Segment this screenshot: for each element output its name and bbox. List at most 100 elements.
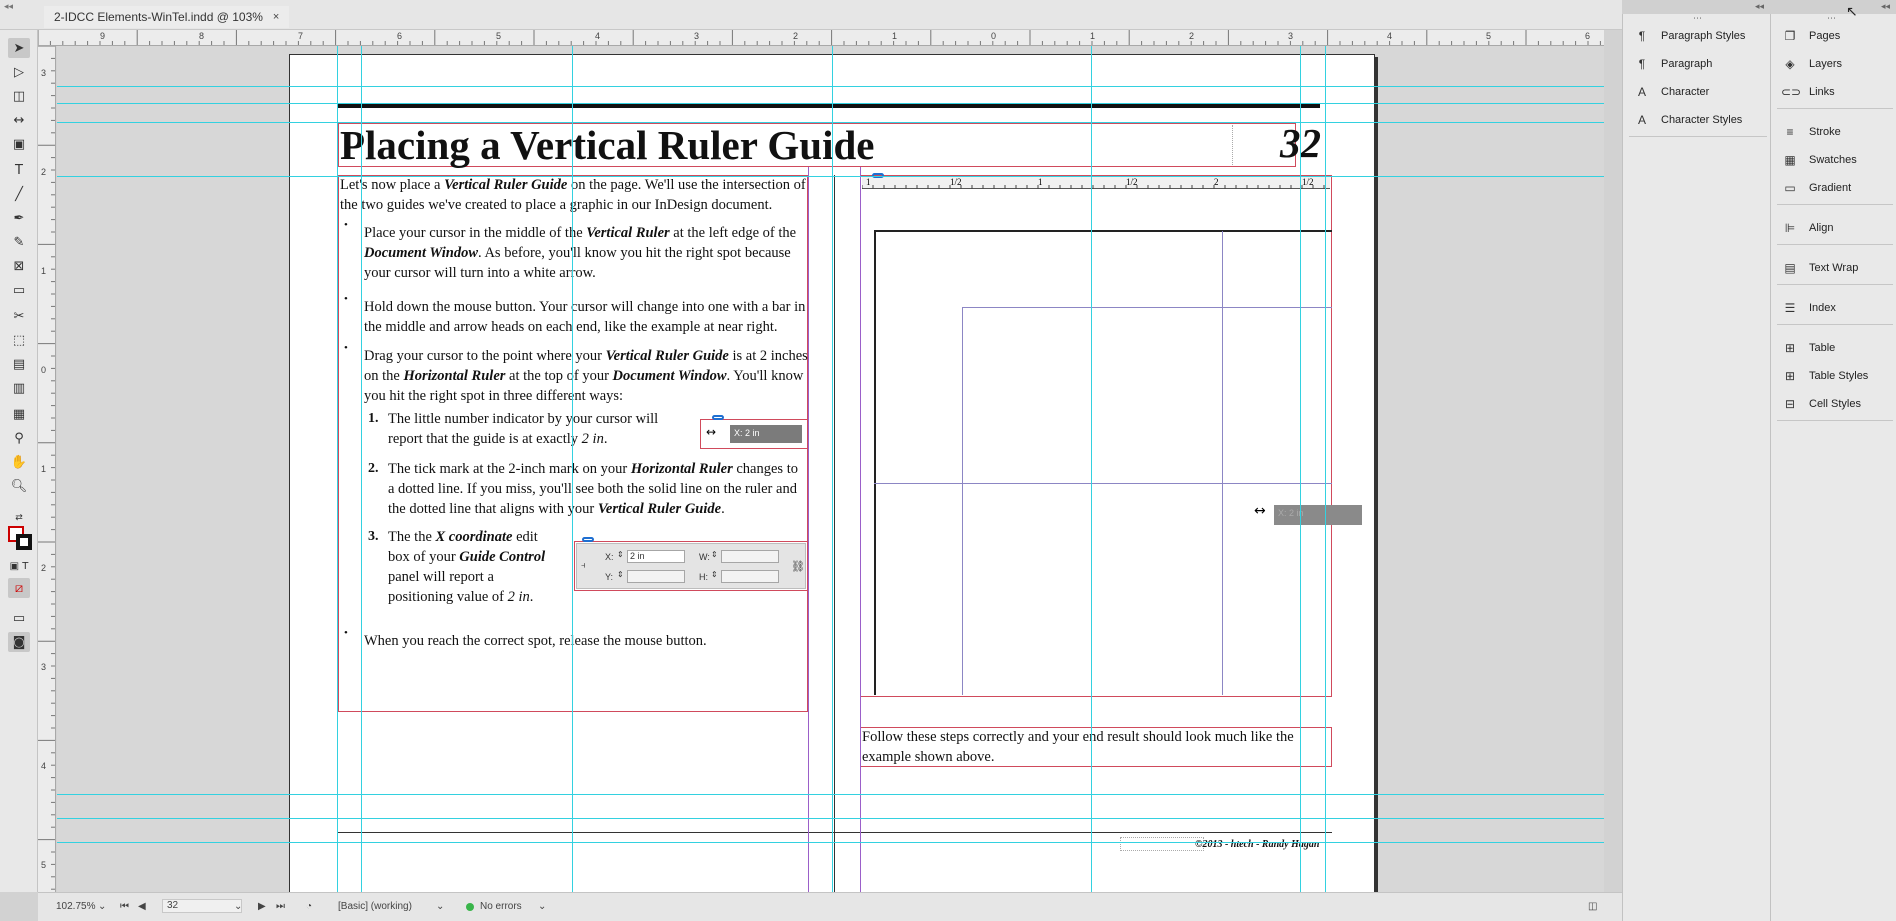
panel-label: Table	[1809, 342, 1836, 354]
ill-ruler-number: 1	[1038, 177, 1043, 187]
vertical-guide[interactable]	[361, 46, 362, 892]
panel-table-styles[interactable]: ⊞ Table Styles	[1781, 366, 1868, 386]
gap-tool-icon[interactable]: ↔	[8, 110, 30, 130]
panel-links[interactable]: ⊂⊃ Links	[1781, 82, 1835, 102]
panel-character[interactable]: A Character	[1633, 82, 1709, 102]
gradient-feather-icon[interactable]: ▥	[8, 378, 30, 398]
vertical-ruler[interactable]: 3 2 1 0 1 2 3 4 5	[38, 46, 56, 892]
style-status[interactable]: [Basic] (working)	[338, 901, 412, 912]
numbered-item-2: The tick mark at the 2-inch mark on your…	[388, 459, 808, 519]
panel-stroke[interactable]: ≡ Stroke	[1781, 122, 1840, 142]
hand-tool-icon[interactable]: ✋	[8, 452, 30, 472]
horizontal-ruler[interactable]: 9 8 7 6 5 4 3 2 1 0 1 2 3 4 5 6	[38, 30, 1604, 46]
scissors-icon[interactable]: ✂	[8, 306, 30, 326]
vertical-guide[interactable]	[1325, 46, 1326, 892]
swap-fill-stroke-icon[interactable]: ⇄	[8, 508, 30, 528]
first-page-icon[interactable]: ⏮	[120, 901, 129, 912]
zoom-tool-icon[interactable]: 🔍︎	[8, 476, 30, 496]
zoom-dropdown-icon[interactable]: ⌄	[98, 901, 106, 912]
horizontal-guide[interactable]	[57, 818, 1604, 819]
panel-swatches[interactable]: ▦ Swatches	[1781, 150, 1856, 170]
panel-index[interactable]: ☰ Index	[1781, 298, 1836, 318]
preflight-dropdown-icon[interactable]: ⌄	[538, 901, 546, 912]
apply-none-icon[interactable]: ⧄	[8, 578, 30, 598]
panel-cell-styles[interactable]: ⊟ Cell Styles	[1781, 394, 1861, 414]
stroke-swatch[interactable]	[16, 534, 32, 550]
direct-selection-icon[interactable]: ▷	[8, 62, 30, 82]
line-tool-icon[interactable]: ╱	[8, 184, 30, 204]
pasteboard[interactable]: Placing a Vertical Ruler Guide 32 Let's …	[57, 46, 1604, 892]
vertical-guide[interactable]	[337, 46, 338, 892]
vertical-guide[interactable]	[572, 46, 573, 892]
eyedropper-icon[interactable]: ⚲	[8, 428, 30, 448]
rectangle-frame-icon[interactable]: ⊠	[8, 256, 30, 276]
zoom-level[interactable]: 102.75%	[56, 901, 95, 912]
free-transform-icon[interactable]: ⬚	[8, 330, 30, 350]
constrain-proportions-icon[interactable]: ⛓	[791, 560, 805, 573]
selection-icon[interactable]: ➤	[8, 38, 30, 58]
horizontal-guide[interactable]	[57, 122, 1604, 123]
document-tab[interactable]: 2-IDCC Elements-WinTel.indd @ 103% ×	[44, 6, 290, 28]
x-coordinate-field[interactable]: 2 in	[627, 550, 685, 563]
numbered-text: The tick mark at the 2-inch mark on your	[388, 461, 631, 477]
collapse-panels-icon[interactable]: ◂◂	[1755, 2, 1764, 12]
bullet-text: Hold down the mouse button. Your cursor …	[364, 299, 806, 335]
vertical-guide[interactable]	[1091, 46, 1092, 892]
previous-page-icon[interactable]: ◀	[138, 901, 146, 912]
note-tool-icon[interactable]: ▦	[8, 404, 30, 424]
panel-paragraph[interactable]: ¶ Paragraph	[1633, 54, 1713, 74]
collapse-panels-icon[interactable]: ◂◂	[1881, 2, 1890, 12]
w-field[interactable]	[721, 550, 779, 563]
panel-pages[interactable]: ❐ Pages	[1781, 26, 1841, 46]
open-document-icon[interactable]: ◔	[306, 901, 312, 912]
pencil-tool-icon[interactable]: ✎	[8, 232, 30, 252]
x-indicator-ghost: X: 2 in	[1274, 505, 1362, 525]
text-wrap-icon: ▤	[1784, 261, 1796, 275]
page-tool-icon[interactable]: ◫	[8, 86, 30, 106]
panel-align[interactable]: ⊫ Align	[1781, 218, 1834, 238]
screen-mode-icon[interactable]: ▭	[8, 608, 30, 628]
style-dropdown-icon[interactable]: ⌄	[436, 901, 444, 912]
illustration-ruler-ticks	[862, 185, 1325, 189]
table-icon: ⊞	[1784, 341, 1796, 355]
panel-table[interactable]: ⊞ Table	[1781, 338, 1835, 358]
panel-paragraph-styles[interactable]: ¶ Paragraph Styles	[1633, 26, 1746, 46]
panel-label: Paragraph Styles	[1661, 30, 1746, 42]
horizontal-guide[interactable]	[57, 842, 1604, 843]
last-page-icon[interactable]: ⏭	[276, 901, 285, 912]
w-stepper-icon[interactable]: ⇕	[711, 550, 718, 559]
preflight-status[interactable]: No errors	[480, 901, 522, 912]
type-tool-icon[interactable]: T	[8, 160, 30, 180]
horizontal-guide[interactable]	[57, 176, 1604, 177]
rectangle-tool-icon[interactable]: ▭	[8, 280, 30, 300]
ruler-number: 7	[298, 31, 304, 41]
formatting-affects-text-icon[interactable]: ▣ T	[8, 556, 30, 576]
numbered-label: 2.	[368, 461, 379, 476]
panel-character-styles[interactable]: A Character Styles	[1633, 110, 1742, 130]
panel-layers[interactable]: ◈ Layers	[1781, 54, 1842, 74]
content-collector-icon[interactable]: ▣	[8, 134, 30, 154]
split-view-icon[interactable]: ◫	[1588, 901, 1597, 912]
close-tab-icon[interactable]: ×	[273, 11, 279, 23]
horizontal-guide[interactable]	[57, 86, 1604, 87]
page-field[interactable]: 32	[162, 899, 242, 913]
pen-tool-icon[interactable]: ✒	[8, 208, 30, 228]
horizontal-guide[interactable]	[57, 794, 1604, 795]
gradient-swatch-icon[interactable]: ▤	[8, 354, 30, 374]
h-field[interactable]	[721, 570, 779, 583]
panel-gradient[interactable]: ▭ Gradient	[1781, 178, 1851, 198]
horizontal-guide[interactable]	[57, 103, 1604, 104]
table-styles-icon: ⊞	[1784, 369, 1796, 383]
y-stepper-icon[interactable]: ⇕	[617, 570, 624, 579]
page-dropdown-icon[interactable]: ⌄	[234, 901, 242, 912]
panel-text-wrap[interactable]: ▤ Text Wrap	[1781, 258, 1858, 278]
vertical-guide[interactable]	[1300, 46, 1301, 892]
h-stepper-icon[interactable]: ⇕	[711, 570, 718, 579]
next-page-icon[interactable]: ▶	[258, 901, 266, 912]
preview-mode-icon[interactable]: ◙	[8, 632, 30, 652]
illustration-horizontal-guide	[874, 483, 1332, 484]
y-coordinate-field[interactable]	[627, 570, 685, 583]
collapse-toolbar-icon[interactable]: ◂◂	[4, 2, 13, 12]
x-stepper-icon[interactable]: ⇕	[617, 550, 624, 559]
vertical-guide[interactable]	[832, 46, 833, 892]
